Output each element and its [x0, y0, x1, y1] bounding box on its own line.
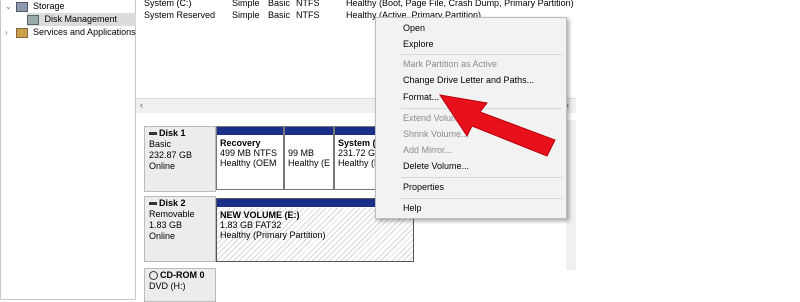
arrow-shape [438, 94, 556, 157]
red-arrow-icon [438, 94, 556, 157]
